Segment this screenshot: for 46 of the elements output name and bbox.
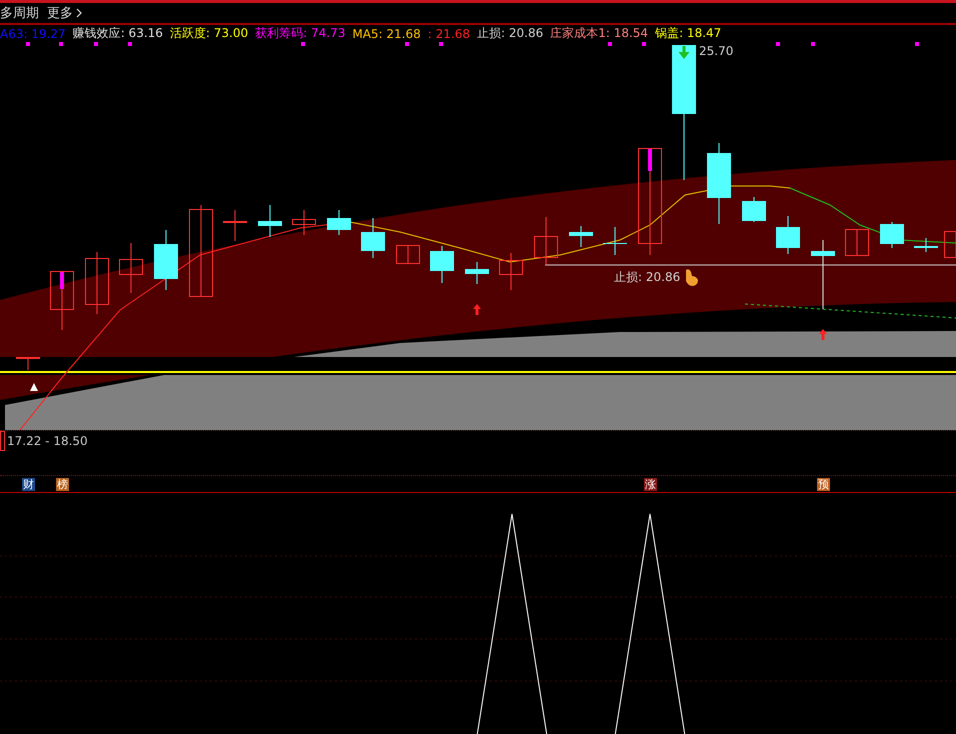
indicator-value: 锅盖: 18.47 xyxy=(655,25,722,42)
up-arrow-icon xyxy=(819,329,827,340)
candlestick xyxy=(154,230,178,290)
stop-loss-label: 止损: 20.86 xyxy=(614,270,680,284)
indicator-value: 止损: 20.86 xyxy=(477,25,544,42)
signal-badge: 涨 xyxy=(644,478,657,491)
indicator-value: 活跃度: 73.00 xyxy=(170,25,248,42)
candlestick xyxy=(50,270,74,330)
candlestick xyxy=(223,210,247,242)
candlestick xyxy=(292,210,316,236)
signal-badge: 财 xyxy=(22,478,35,491)
price-range-label: 17.22 - 18.50 xyxy=(7,434,88,448)
high-price-label: 25.70 xyxy=(699,44,734,58)
candlestick xyxy=(258,204,282,238)
candlestick xyxy=(499,252,523,290)
candlestick xyxy=(85,252,109,314)
indicator-value: 赚钱效应: 63.16 xyxy=(72,25,163,42)
candlestick xyxy=(742,196,766,222)
candlestick xyxy=(361,218,385,258)
indicator-value: 庄家成本1: 18.54 xyxy=(550,25,648,42)
indicator-value: : 21.68 xyxy=(428,26,470,40)
candlestick xyxy=(569,226,593,248)
candlestick xyxy=(430,246,454,284)
signal-badge: 预 xyxy=(817,478,830,491)
up-arrow-icon xyxy=(473,304,481,315)
candlestick xyxy=(914,238,938,252)
candlestick xyxy=(465,262,489,284)
candlestick xyxy=(327,210,351,236)
candlestick xyxy=(776,216,800,254)
candlestick xyxy=(603,226,627,256)
candlestick xyxy=(880,222,904,248)
indicator-value: MA5: 21.68 xyxy=(352,26,421,40)
candlestick xyxy=(119,242,143,294)
candlestick xyxy=(845,228,869,256)
candlestick xyxy=(944,230,956,258)
indicator-value: A63: 19.27 xyxy=(0,26,66,40)
triangle-marker-icon xyxy=(30,383,38,391)
more-button[interactable]: 更多 xyxy=(47,4,82,22)
down-arrow-icon xyxy=(678,46,690,59)
period-button[interactable]: 多周期 xyxy=(0,4,39,22)
candlestick xyxy=(534,216,558,266)
chevron-right-icon xyxy=(76,8,82,18)
candlestick xyxy=(811,240,835,310)
signal-badge: 榜 xyxy=(56,478,69,491)
indicator-value: 获利筹码: 74.73 xyxy=(255,25,346,42)
candlestick xyxy=(396,244,420,264)
